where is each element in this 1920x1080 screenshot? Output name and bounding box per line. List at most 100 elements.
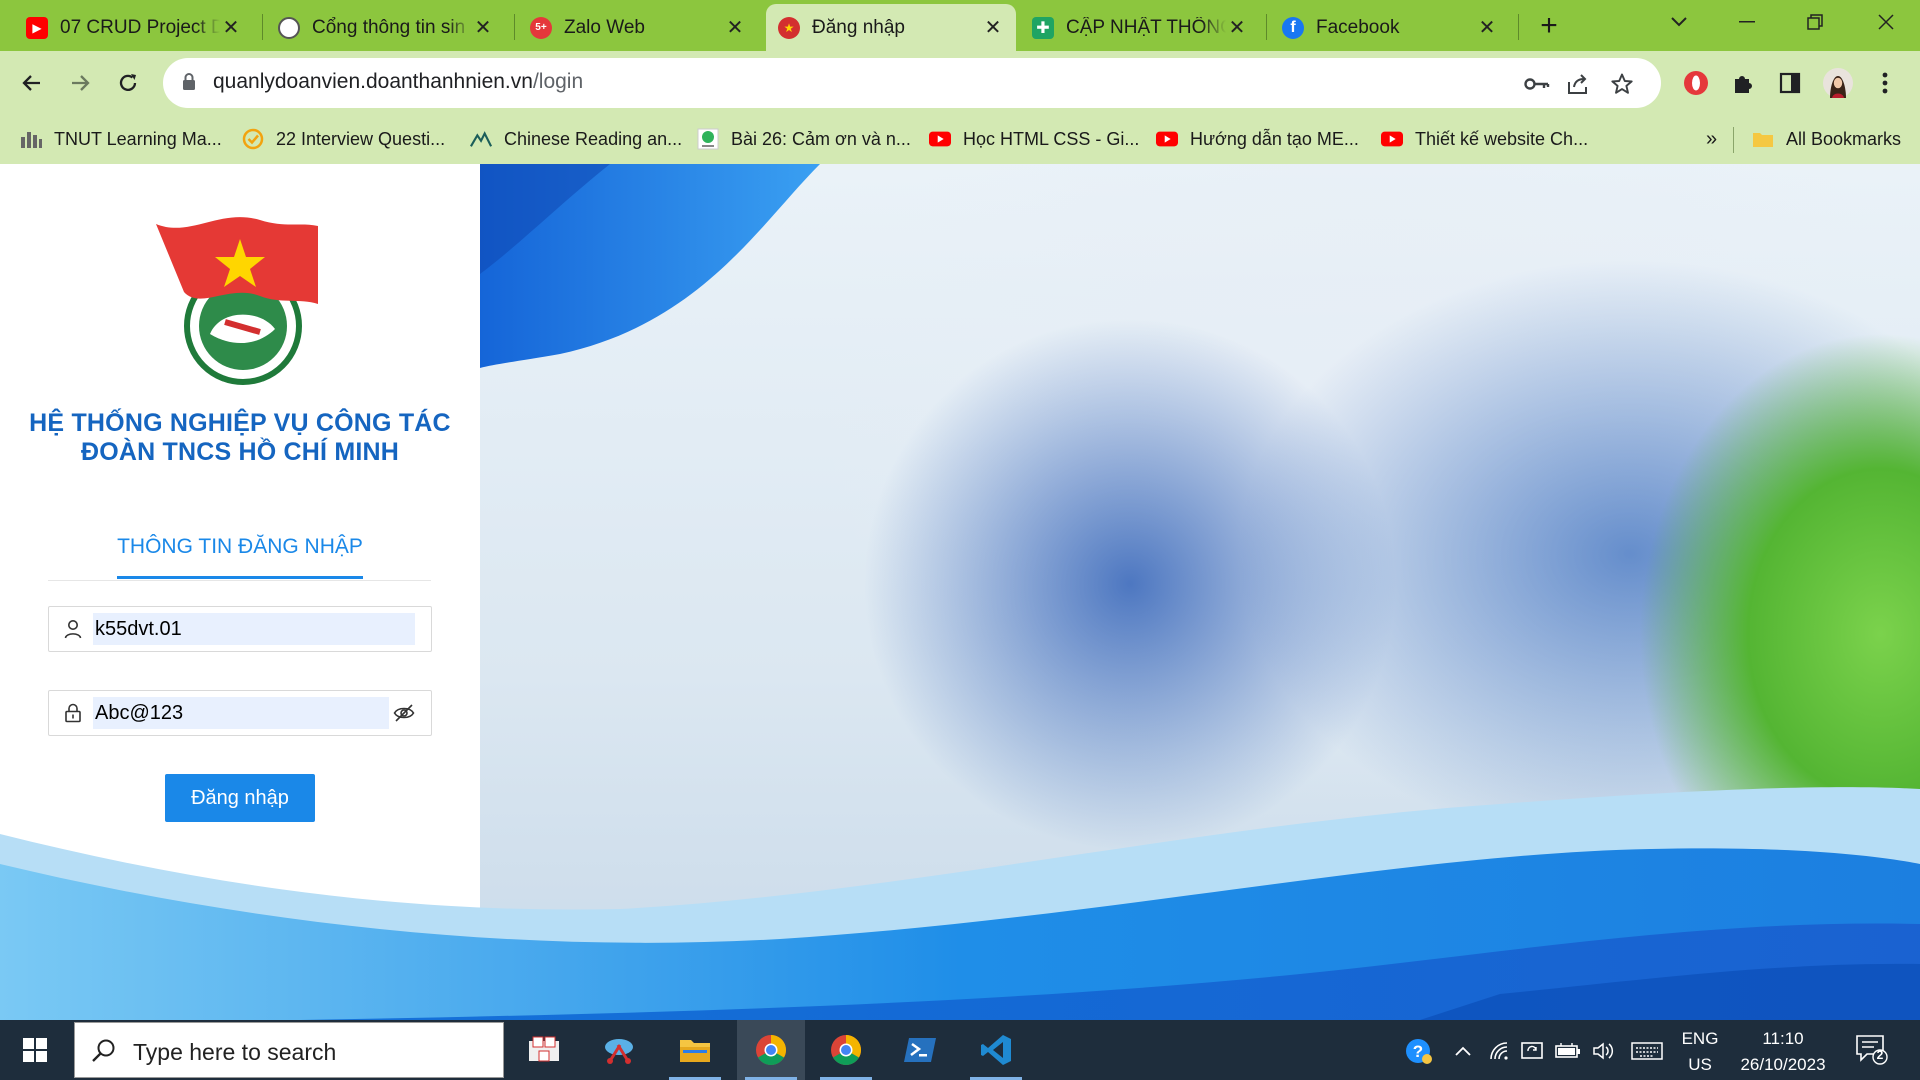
language-code: ENG bbox=[1681, 1029, 1719, 1048]
bookmark-bai-26[interactable]: Bài 26: Cảm ơn và n... bbox=[697, 127, 911, 151]
youtube-icon: ▶ bbox=[26, 16, 48, 39]
bookmark-huong-dan[interactable]: Hướng dẫn tạo ME... bbox=[1156, 127, 1359, 151]
close-window-button[interactable] bbox=[1852, 0, 1920, 44]
tab-zalo[interactable]: 5+ Zalo Web ✕ bbox=[518, 4, 758, 51]
tab-underline-rule bbox=[48, 580, 431, 581]
taskbar-chrome-profile-2[interactable] bbox=[812, 1020, 880, 1080]
close-tab-icon[interactable]: ✕ bbox=[1226, 17, 1248, 39]
wifi-icon[interactable] bbox=[1487, 1038, 1513, 1064]
youth-union-logo bbox=[156, 217, 318, 385]
mountain-icon bbox=[470, 128, 492, 150]
university-icon bbox=[278, 16, 300, 39]
lock-icon[interactable] bbox=[181, 72, 197, 97]
tab-title: 07 CRUD Project D bbox=[60, 16, 220, 38]
chrome-menu-icon[interactable] bbox=[1870, 68, 1900, 98]
youth-union-icon: ★ bbox=[778, 16, 800, 39]
bookmark-star-icon[interactable] bbox=[1608, 70, 1636, 98]
show-hidden-icons-chevron[interactable] bbox=[1450, 1038, 1476, 1064]
close-tab-icon[interactable]: ✕ bbox=[1476, 17, 1498, 39]
login-info-tab[interactable]: THÔNG TIN ĐĂNG NHẬP bbox=[0, 535, 480, 559]
user-icon bbox=[63, 619, 83, 639]
battery-icon[interactable] bbox=[1555, 1038, 1581, 1064]
tab-university-portal[interactable]: Cổng thông tin sin ✕ bbox=[266, 4, 506, 51]
profile-avatar[interactable] bbox=[1823, 68, 1853, 98]
tab-divider bbox=[514, 14, 515, 40]
system-title: HỆ THỐNG NGHIỆP VỤ CÔNG TÁC ĐOÀN TNCS HỒ… bbox=[0, 409, 480, 467]
bookmark-interview-questions[interactable]: 22 Interview Questi... bbox=[242, 127, 445, 151]
new-tab-button[interactable]: + bbox=[1531, 8, 1567, 44]
system-title-line1: HỆ THỐNG NGHIỆP VỤ CÔNG TÁC bbox=[29, 409, 451, 437]
notification-count: 2 bbox=[1876, 1048, 1884, 1062]
tab-divider bbox=[262, 14, 263, 40]
side-panel-icon[interactable] bbox=[1775, 68, 1805, 98]
language-region: US bbox=[1688, 1055, 1712, 1074]
close-tab-icon[interactable]: ✕ bbox=[220, 17, 242, 39]
back-button[interactable] bbox=[12, 63, 52, 103]
taskbar-powershell[interactable] bbox=[886, 1020, 954, 1080]
bookmark-hoc-html-css[interactable]: Học HTML CSS - Gi... bbox=[929, 127, 1139, 151]
tab-youtube-crud[interactable]: ▶ 07 CRUD Project D ✕ bbox=[14, 4, 254, 51]
password-field[interactable] bbox=[48, 690, 432, 736]
url-host: quanlydoanvien.doanthanhnien.vn bbox=[213, 70, 533, 93]
bookmark-label: All Bookmarks bbox=[1786, 128, 1902, 149]
windows-logo-icon bbox=[23, 1038, 47, 1062]
tab-dang-nhap[interactable]: ★ Đăng nhập ✕ bbox=[766, 4, 1016, 51]
youtube-icon bbox=[929, 128, 951, 150]
tab-facebook[interactable]: f Facebook ✕ bbox=[1270, 4, 1510, 51]
username-field[interactable] bbox=[48, 606, 432, 652]
share-icon[interactable] bbox=[1564, 70, 1592, 98]
reload-button[interactable] bbox=[108, 63, 148, 103]
address-bar[interactable]: quanlydoanvien.doanthanhnien.vn/login bbox=[163, 58, 1661, 108]
start-button[interactable] bbox=[0, 1020, 70, 1080]
notification-center-button[interactable]: 2 bbox=[1855, 1034, 1895, 1070]
bookmark-label: Hướng dẫn tạo ME... bbox=[1190, 128, 1359, 149]
extensions-puzzle-icon[interactable] bbox=[1728, 68, 1758, 98]
username-input[interactable] bbox=[93, 613, 415, 645]
taskbar-vscode[interactable] bbox=[962, 1020, 1030, 1080]
sync-display-icon[interactable] bbox=[1520, 1038, 1546, 1064]
clock-date: 26/10/2023 bbox=[1740, 1055, 1826, 1074]
password-key-icon[interactable] bbox=[1523, 70, 1551, 98]
bookmark-chinese-reading[interactable]: Chinese Reading an... bbox=[470, 127, 682, 151]
bookmarks-overflow-button[interactable]: » bbox=[1706, 127, 1717, 151]
svg-text:?: ? bbox=[1413, 1042, 1423, 1061]
taskbar-chrome-profile-1[interactable] bbox=[737, 1020, 805, 1080]
bookmark-thiet-ke-website[interactable]: Thiết kế website Ch... bbox=[1381, 127, 1588, 151]
tab-search-chevron-icon[interactable] bbox=[1645, 0, 1713, 44]
close-tab-icon[interactable]: ✕ bbox=[472, 17, 494, 39]
help-icon[interactable]: ? bbox=[1404, 1036, 1434, 1066]
taskbar-file-explorer[interactable] bbox=[661, 1020, 729, 1080]
close-tab-icon[interactable]: ✕ bbox=[724, 17, 746, 39]
input-language-indicator[interactable]: ENG US bbox=[1672, 1026, 1728, 1078]
search-icon bbox=[91, 1038, 117, 1069]
system-clock[interactable]: 11:10 26/10/2023 bbox=[1728, 1026, 1838, 1078]
tab-title: Cổng thông tin sin bbox=[312, 16, 466, 38]
touch-keyboard-icon[interactable] bbox=[1630, 1038, 1664, 1064]
minimize-button[interactable] bbox=[1713, 0, 1781, 44]
bookmarks-divider bbox=[1733, 127, 1734, 153]
volume-icon[interactable] bbox=[1591, 1038, 1617, 1064]
tab-divider bbox=[1518, 14, 1519, 40]
bookmark-tnut[interactable]: TNUT Learning Ma... bbox=[20, 127, 222, 151]
login-button[interactable]: Đăng nhập bbox=[165, 774, 315, 822]
tnut-icon bbox=[20, 128, 42, 150]
facebook-icon: f bbox=[1282, 16, 1304, 39]
bookmark-label: TNUT Learning Ma... bbox=[54, 128, 222, 149]
tab-sheets-update[interactable]: ✚ CẬP NHẬT THÔNG ✕ bbox=[1020, 4, 1260, 51]
taskbar-snipping-tool[interactable] bbox=[585, 1020, 653, 1080]
bookmark-label: Học HTML CSS - Gi... bbox=[963, 128, 1140, 149]
opera-extension-icon[interactable] bbox=[1681, 68, 1711, 98]
youtube-icon bbox=[1156, 128, 1178, 150]
taskbar-search-box[interactable]: Type here to search bbox=[74, 1022, 504, 1078]
close-tab-icon[interactable]: ✕ bbox=[982, 17, 1004, 39]
taskbar-unikey-app[interactable] bbox=[510, 1020, 578, 1080]
forward-button[interactable] bbox=[60, 63, 100, 103]
tab-title: Facebook bbox=[1316, 16, 1400, 38]
toggle-password-visibility-icon[interactable] bbox=[393, 703, 415, 723]
bookmarks-bar: TNUT Learning Ma... 22 Interview Questi.… bbox=[0, 115, 1920, 164]
restore-button[interactable] bbox=[1781, 0, 1849, 44]
all-bookmarks-button[interactable]: All Bookmarks bbox=[1752, 127, 1901, 151]
password-input[interactable] bbox=[93, 697, 389, 729]
system-title-line2: ĐOÀN TNCS HỒ CHÍ MINH bbox=[80, 438, 400, 466]
lock-icon bbox=[63, 703, 83, 723]
